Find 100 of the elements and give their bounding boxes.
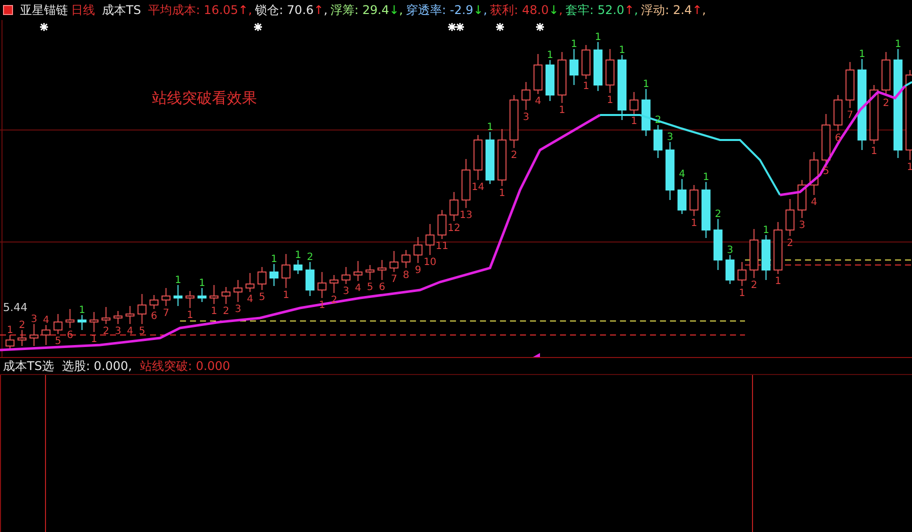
count-label: 11 bbox=[436, 241, 448, 252]
triangle-marker-icon bbox=[533, 353, 540, 357]
candlestick bbox=[810, 152, 818, 196]
count-label: 10 bbox=[424, 257, 436, 268]
candlestick bbox=[798, 180, 806, 218]
candlestick bbox=[726, 254, 734, 284]
candlestick bbox=[198, 288, 206, 302]
count-label: 1 bbox=[6, 325, 14, 336]
count-label: 5 bbox=[258, 292, 266, 303]
count-label: 1 bbox=[546, 50, 554, 61]
candlestick bbox=[450, 192, 458, 222]
count-label: 2 bbox=[510, 150, 518, 161]
candlestick bbox=[606, 48, 614, 94]
candlestick bbox=[642, 88, 650, 136]
candlestick bbox=[342, 266, 350, 284]
candlestick bbox=[822, 114, 830, 164]
count-label: 1 bbox=[618, 45, 626, 56]
candlestick bbox=[366, 264, 374, 280]
count-label: 4 bbox=[354, 283, 362, 294]
candlestick bbox=[102, 306, 110, 324]
count-label: 1 bbox=[270, 254, 278, 265]
count-label: 1 bbox=[558, 105, 566, 116]
count-label: 1 bbox=[90, 334, 98, 345]
candlestick bbox=[582, 44, 590, 80]
count-label: 4 bbox=[246, 294, 254, 305]
count-label: 2 bbox=[18, 320, 26, 331]
candlestick bbox=[618, 54, 626, 120]
candlestick bbox=[210, 284, 218, 304]
count-label: 1 bbox=[594, 32, 602, 43]
asterisk-icon bbox=[535, 22, 545, 32]
candlestick bbox=[834, 94, 842, 132]
candlestick bbox=[786, 198, 794, 236]
count-label: 1 bbox=[174, 275, 182, 286]
count-label: 1 bbox=[210, 306, 218, 317]
candlestick bbox=[426, 224, 434, 256]
candlestick bbox=[702, 182, 710, 238]
count-label: 1 bbox=[294, 250, 302, 261]
indicator-value: 浮动: 2.4↑, bbox=[641, 2, 706, 18]
candlestick bbox=[498, 128, 506, 186]
count-label: 2 bbox=[786, 238, 794, 249]
candlestick bbox=[126, 306, 134, 324]
candlestick bbox=[318, 272, 326, 298]
count-label: 12 bbox=[448, 223, 460, 234]
candlestick bbox=[570, 48, 578, 86]
indicator-value: 获利: 48.0↓, bbox=[490, 2, 563, 18]
candlestick bbox=[66, 308, 74, 328]
period-label[interactable]: 日线 bbox=[71, 2, 95, 18]
sub-indicator-value: 站线突破: 0.000 bbox=[140, 358, 230, 374]
count-label: 1 bbox=[630, 116, 638, 127]
count-label: 4 bbox=[126, 326, 134, 337]
count-label: 3 bbox=[726, 245, 734, 256]
count-label: 1 bbox=[690, 218, 698, 229]
candlestick bbox=[330, 274, 338, 294]
count-label: 1 bbox=[858, 49, 866, 60]
candlestick bbox=[666, 142, 674, 200]
candlestick bbox=[6, 334, 14, 350]
candlestick bbox=[546, 60, 554, 102]
count-label: 1 bbox=[582, 81, 590, 92]
count-label: 4 bbox=[810, 197, 818, 208]
candlestick bbox=[174, 284, 182, 306]
count-label: 6 bbox=[150, 311, 158, 322]
candlestick bbox=[678, 178, 686, 214]
candlestick bbox=[414, 236, 422, 264]
count-label: 1 bbox=[642, 79, 650, 90]
candlestick bbox=[150, 294, 158, 310]
count-label: 9 bbox=[414, 265, 422, 276]
asterisk-icon bbox=[495, 22, 505, 32]
count-label: 3 bbox=[234, 304, 242, 315]
indicator-name: 成本TS bbox=[102, 2, 141, 18]
candlestick bbox=[270, 264, 278, 286]
count-label: 1 bbox=[762, 225, 770, 236]
count-label: 1 bbox=[198, 278, 206, 289]
candlestick bbox=[186, 290, 194, 308]
asterisk-icon bbox=[447, 22, 457, 32]
candlestick bbox=[162, 288, 170, 306]
asterisk-icon bbox=[39, 22, 49, 32]
stock-name: 亚星锚链 bbox=[20, 2, 68, 18]
candlestick bbox=[594, 42, 602, 92]
count-label: 4 bbox=[42, 315, 50, 326]
count-label: 7 bbox=[390, 274, 398, 285]
count-label: 13 bbox=[460, 210, 472, 221]
candlestick bbox=[486, 132, 494, 184]
count-label: 1 bbox=[774, 276, 782, 287]
count-label: 8 bbox=[402, 270, 410, 281]
count-label: 2 bbox=[714, 209, 722, 220]
count-label: 1 bbox=[870, 146, 878, 157]
candlestick bbox=[30, 324, 38, 346]
count-label: 2 bbox=[222, 306, 230, 317]
count-label: 2 bbox=[882, 98, 890, 109]
candlestick bbox=[378, 260, 386, 280]
candlestick bbox=[762, 234, 770, 280]
candlestick bbox=[882, 52, 890, 96]
indicator-value: 平均成本: 16.05↑, bbox=[148, 2, 252, 18]
indicator-value: 浮筹: 29.4↓, bbox=[330, 2, 403, 18]
candlestick bbox=[870, 84, 878, 144]
candlestick bbox=[294, 260, 302, 274]
count-label: 3 bbox=[342, 286, 350, 297]
count-label: 1 bbox=[186, 310, 194, 321]
candlestick bbox=[258, 266, 266, 290]
candlestick bbox=[558, 52, 566, 104]
